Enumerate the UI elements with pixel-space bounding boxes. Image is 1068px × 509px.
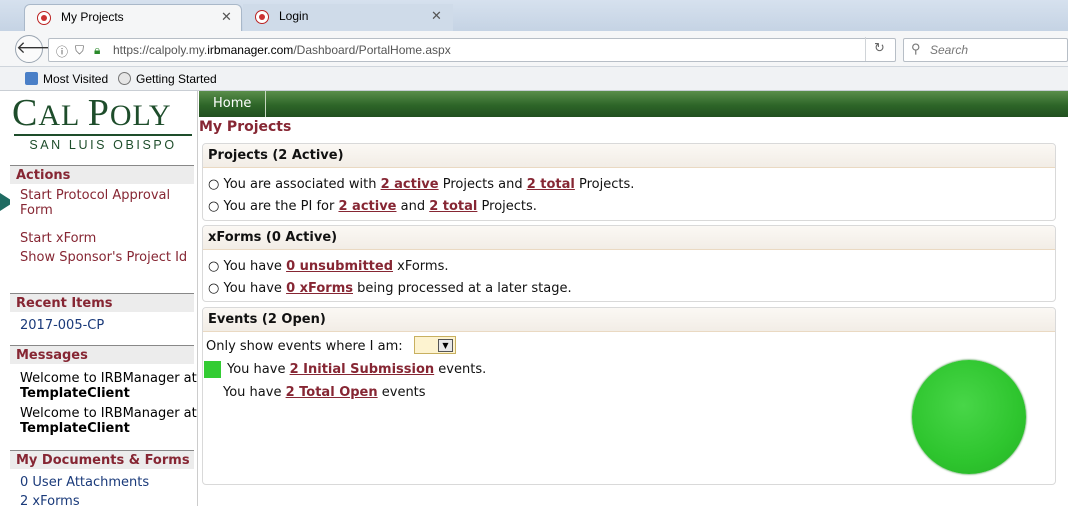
- projects-panel-title: Projects (2 Active): [203, 144, 1055, 168]
- xforms-panel: xForms (0 Active) ○ You have 0 unsubmitt…: [202, 225, 1056, 302]
- cal-poly-logo[interactable]: CAL POLY: [12, 93, 172, 136]
- projects-pi-line: ○ You are the PI for 2 active and 2 tota…: [208, 199, 537, 214]
- messages-header: Messages: [10, 345, 194, 364]
- close-tab-icon[interactable]: ✕: [221, 10, 232, 25]
- tracking-shield-icon[interactable]: ⛉: [75, 43, 84, 58]
- tab-label: My Projects: [61, 10, 124, 24]
- start-xform-link[interactable]: Start xForm: [20, 231, 196, 246]
- main-nav-bar: [199, 91, 1068, 117]
- events-panel-title: Events (2 Open): [203, 308, 1055, 332]
- bookmark-most-visited[interactable]: Most Visited: [25, 72, 108, 86]
- sidebar-divider: [197, 91, 198, 506]
- message-item[interactable]: Welcome to IRBManager at TemplateClient: [20, 406, 200, 436]
- total-open-link[interactable]: 2 Total Open: [286, 385, 378, 400]
- address-bar[interactable]: ⓘ ⛉ 🔒︎ https://calpoly.my.irbmanager.com…: [48, 38, 896, 62]
- lock-icon[interactable]: 🔒︎: [94, 43, 100, 58]
- show-sponsor-project-id-link[interactable]: Show Sponsor's Project Id: [20, 250, 196, 265]
- irbmanager-favicon-icon: [37, 11, 51, 25]
- page-title: My Projects: [199, 119, 292, 135]
- initial-submission-link[interactable]: 2 Initial Submission: [290, 362, 435, 377]
- message-item[interactable]: Welcome to IRBManager at TemplateClient: [20, 371, 200, 401]
- bookmark-getting-started[interactable]: Getting Started: [118, 72, 217, 86]
- projects-panel: Projects (2 Active) ○ You are associated…: [202, 143, 1056, 221]
- projects-associated-line: ○ You are associated with 2 active Proje…: [208, 177, 635, 192]
- pi-total-link[interactable]: 2 total: [429, 199, 477, 214]
- pi-active-link[interactable]: 2 active: [338, 199, 396, 214]
- status-square-icon: [204, 361, 221, 378]
- back-arrow-icon[interactable]: 🡐: [15, 35, 62, 63]
- start-protocol-approval-link[interactable]: Start Protocol Approval Form: [20, 188, 196, 218]
- tab-login[interactable]: Login ✕: [243, 4, 453, 31]
- xforms-panel-title: xForms (0 Active): [203, 226, 1055, 250]
- xforms-processing-line: ○ You have 0 xForms being processed at a…: [208, 281, 572, 296]
- xforms-link[interactable]: 2 xForms: [20, 494, 196, 509]
- info-icon[interactable]: ⓘ: [56, 43, 68, 60]
- irbmanager-favicon-icon: [255, 10, 269, 24]
- processing-xforms-link[interactable]: 0 xForms: [286, 281, 353, 296]
- search-icon: ⚲: [911, 41, 921, 56]
- url-text[interactable]: https://calpoly.my.irbmanager.com/Dashbo…: [113, 43, 451, 57]
- documents-forms-header: My Documents & Forms: [10, 450, 194, 469]
- close-tab-icon[interactable]: ✕: [431, 9, 442, 24]
- projects-active-link[interactable]: 2 active: [381, 177, 439, 192]
- tab-bar: My Projects ✕ Login ✕: [0, 0, 1068, 31]
- xforms-unsubmitted-line: ○ You have 0 unsubmitted xForms.: [208, 259, 449, 274]
- user-attachments-link[interactable]: 0 User Attachments: [20, 475, 196, 490]
- recent-items-header: Recent Items: [10, 293, 194, 312]
- actions-header: Actions: [10, 165, 194, 184]
- logo-subtitle: SAN LUIS OBISPO: [29, 138, 177, 152]
- reload-icon[interactable]: ↻: [865, 37, 893, 61]
- events-filter-label: Only show events where I am:: [206, 339, 403, 354]
- logo-divider: [14, 134, 192, 136]
- status-indicator-circle: [912, 360, 1026, 474]
- bookmark-folder-icon: [25, 72, 38, 85]
- projects-total-link[interactable]: 2 total: [527, 177, 575, 192]
- unsubmitted-xforms-link[interactable]: 0 unsubmitted: [286, 259, 393, 274]
- dropdown-arrow-icon[interactable]: ▼: [438, 339, 453, 352]
- tab-label: Login: [279, 9, 309, 23]
- search-input[interactable]: ⚲ Search: [903, 38, 1068, 62]
- events-open-line: You have 2 Total Open events: [223, 385, 426, 400]
- sidebar: CAL POLY SAN LUIS OBISPO Actions Start P…: [10, 91, 197, 509]
- bookmarks-bar: Most Visited Getting Started: [0, 67, 1068, 91]
- tab-my-projects[interactable]: My Projects ✕: [24, 4, 242, 31]
- recent-item-link[interactable]: 2017-005-CP: [20, 318, 196, 333]
- firefox-icon: [118, 72, 131, 85]
- home-nav-button[interactable]: Home: [200, 91, 266, 117]
- events-initial-line: You have 2 Initial Submission events.: [227, 362, 487, 377]
